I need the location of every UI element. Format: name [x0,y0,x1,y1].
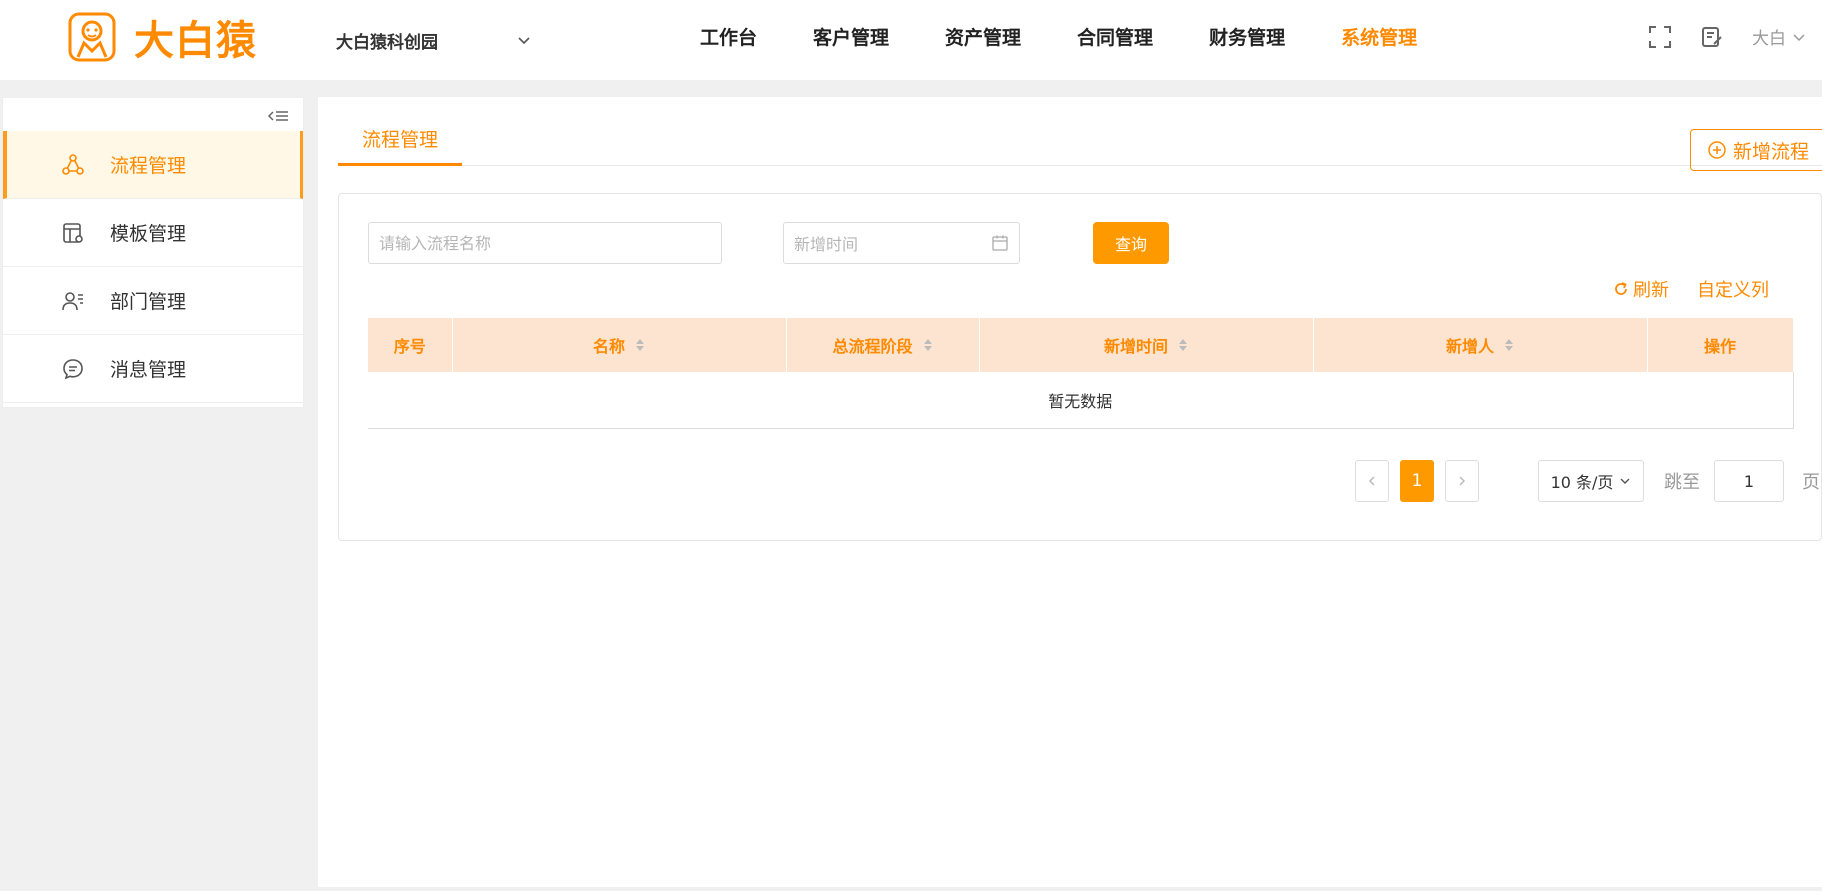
column-header-label: 总流程阶段 [832,337,913,356]
column-header-label: 新增时间 [1103,337,1168,356]
column-header-created-time[interactable]: 新增时间 [979,318,1314,372]
flow-table: 序号 名称 总流程阶段 新增时间 新增人 操作 暂无数据 [368,318,1794,429]
column-header-label: 序号 [393,337,426,356]
logo-text: 大白猿 [134,18,257,64]
flow-icon [60,153,86,177]
sidebar-item-label: 部门管理 [110,291,187,313]
message-icon [60,357,86,381]
column-header-actions: 操作 [1647,318,1794,372]
add-flow-button[interactable]: 新增流程 [1690,129,1822,171]
sidebar-item-template[interactable]: 模板管理 [3,199,303,267]
logo[interactable]: 大白猿 [66,8,257,66]
company-selector[interactable]: 大白猿科创园 [336,24,532,56]
sort-icon[interactable] [1178,337,1188,353]
column-header-name[interactable]: 名称 [452,318,787,372]
calendar-icon [992,235,1008,251]
plus-circle-icon [1708,141,1726,159]
sidebar-item-flow[interactable]: 流程管理 [3,131,303,199]
sort-icon[interactable] [635,337,645,353]
sidebar-menu: 流程管理 模板管理 部门管理 消息管理 [3,131,303,403]
column-header-label: 名称 [592,337,625,356]
user-menu[interactable]: 大白 [1752,24,1806,49]
flow-name-input[interactable] [368,222,722,264]
next-page-button[interactable] [1445,460,1479,502]
sidebar-item-message[interactable]: 消息管理 [3,335,303,403]
monkey-logo-icon [68,12,116,62]
table-row-empty: 暂无数据 [368,372,1794,429]
chevron-right-icon [1459,476,1466,486]
page-size-value: 10 条/页 [1550,473,1614,492]
nav-item-customer[interactable]: 客户管理 [813,20,889,56]
notes-button[interactable] [1700,25,1724,49]
tab-bar: 流程管理 新增流程 [338,117,1822,171]
nav-item-finance[interactable]: 财务管理 [1209,20,1285,56]
column-header-stages[interactable]: 总流程阶段 [786,318,980,372]
table-header-row: 序号 名称 总流程阶段 新增时间 新增人 操作 [368,318,1794,372]
page-suffix-label: 页 [1802,472,1820,493]
top-header: 大白猿 大白猿科创园 工作台 客户管理 资产管理 合同管理 财务管理 系统管理 [0,0,1822,80]
fullscreen-icon [1649,25,1671,48]
sort-icon[interactable] [1504,337,1514,353]
template-icon [60,221,86,245]
collapse-sidebar-button[interactable] [267,108,289,124]
header-tools: 大白 [1648,24,1822,49]
nav-item-workbench[interactable]: 工作台 [700,20,757,56]
top-navigation: 工作台 客户管理 资产管理 合同管理 财务管理 系统管理 [700,20,1473,56]
chevron-down-icon [1620,478,1630,484]
refresh-button[interactable]: 刷新 [1613,276,1669,302]
add-flow-label: 新增流程 [1732,140,1809,163]
edit-note-icon [1702,26,1722,47]
pagination: 1 10 条/页 跳至 页 [1355,460,1820,502]
chevron-left-icon [1368,476,1375,486]
main-content: 流程管理 新增流程 新增时间 查询 刷新 自定义列 [318,97,1822,887]
sidebar-item-label: 流程管理 [110,155,187,177]
tab-flow-management[interactable]: 流程管理 [338,117,462,166]
query-button[interactable]: 查询 [1093,222,1169,264]
date-picker-placeholder: 新增时间 [794,235,859,254]
page-size-select[interactable]: 10 条/页 [1538,460,1644,502]
page-number-button[interactable]: 1 [1400,460,1434,502]
sidebar-item-label: 消息管理 [110,359,187,381]
column-header-label: 操作 [1703,337,1736,356]
company-selector-label: 大白猿科创园 [336,32,438,53]
menu-fold-icon [267,111,288,121]
date-picker[interactable]: 新增时间 [783,222,1020,264]
column-header-label: 新增人 [1445,337,1494,356]
nav-item-asset[interactable]: 资产管理 [945,20,1021,56]
fullscreen-button[interactable] [1648,25,1672,49]
sort-icon[interactable] [923,337,933,353]
sidebar: 流程管理 模板管理 部门管理 消息管理 [2,97,304,408]
sidebar-item-label: 模板管理 [110,223,187,245]
department-icon [60,289,86,313]
refresh-icon [1615,282,1627,295]
nav-item-contract[interactable]: 合同管理 [1077,20,1153,56]
column-header-creator[interactable]: 新增人 [1313,318,1648,372]
jump-page-input[interactable] [1714,460,1784,502]
query-panel: 新增时间 查询 刷新 自定义列 序号 [338,193,1822,541]
sidebar-item-department[interactable]: 部门管理 [3,267,303,335]
column-header-index: 序号 [368,318,453,372]
nav-item-system[interactable]: 系统管理 [1341,20,1417,56]
prev-page-button[interactable] [1355,460,1389,502]
user-name: 大白 [1752,29,1786,49]
empty-state-text: 暂无数据 [368,372,1794,429]
chevron-down-icon [518,37,530,45]
refresh-label: 刷新 [1633,280,1669,301]
custom-columns-button[interactable]: 自定义列 [1697,276,1769,302]
jump-to-label: 跳至 [1664,472,1700,493]
chevron-down-icon [1793,33,1805,41]
